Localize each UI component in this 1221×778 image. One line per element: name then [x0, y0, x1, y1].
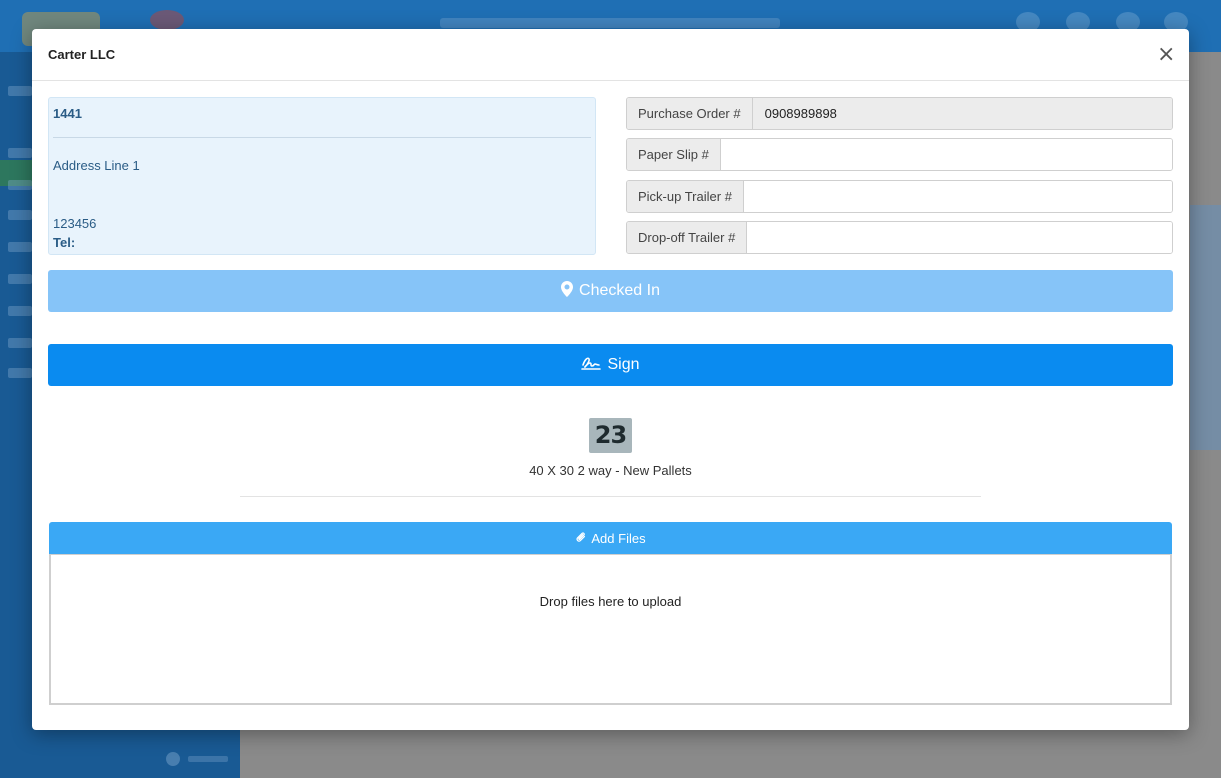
checked-in-label: Checked In: [579, 282, 660, 299]
add-files-button[interactable]: Add Files: [49, 522, 1172, 554]
pickup-trailer-input[interactable]: [743, 181, 1172, 212]
background-sidebar-row: [8, 86, 32, 96]
background-sidebar-footer-icon: [166, 752, 180, 766]
background-sidebar-footer: [188, 756, 228, 762]
background-title: [440, 18, 780, 28]
background-card: [1190, 205, 1221, 450]
background-alert-icon: [150, 10, 184, 30]
purchase-order-field: Purchase Order #: [626, 97, 1173, 130]
background-sidebar-row: [8, 210, 32, 220]
file-dropzone[interactable]: Drop files here to upload: [49, 554, 1172, 705]
map-marker-icon: [561, 280, 574, 302]
pickup-trailer-label: Pick-up Trailer #: [627, 181, 744, 212]
paper-slip-field: Paper Slip #: [626, 138, 1173, 171]
background-sidebar-row: [8, 338, 32, 348]
address-tel-label: Tel:: [53, 235, 76, 250]
pallet-description: 40 X 30 2 way - New Pallets: [529, 463, 692, 478]
dropoff-trailer-input[interactable]: [747, 222, 1172, 253]
checked-in-button[interactable]: Checked In: [48, 270, 1173, 312]
paperclip-icon: [575, 530, 587, 547]
dropzone-text: Drop files here to upload: [539, 594, 682, 609]
pallet-quantity-badge: 23: [589, 418, 632, 453]
background-sidebar-row: [8, 368, 32, 378]
background-sidebar-row: [8, 306, 32, 316]
background-sidebar-row: [8, 148, 32, 158]
background-sidebar-row: [8, 242, 32, 252]
address-postal-code: 123456: [53, 216, 97, 231]
purchase-order-label: Purchase Order #: [627, 98, 753, 129]
dropoff-trailer-field: Drop-off Trailer #: [626, 221, 1173, 254]
modal-title: Carter LLC: [48, 47, 116, 62]
address-line-1: Address Line 1: [53, 158, 140, 173]
purchase-order-input[interactable]: [752, 98, 1172, 129]
dropoff-trailer-label: Drop-off Trailer #: [627, 222, 748, 253]
signature-icon: [581, 355, 602, 376]
pickup-trailer-field: Pick-up Trailer #: [626, 180, 1173, 213]
modal-header: Carter LLC ×: [32, 29, 1189, 81]
background-sidebar-row: [8, 274, 32, 284]
add-files-label: Add Files: [591, 530, 646, 546]
sign-label: Sign: [607, 356, 640, 373]
modal-dialog: Carter LLC × 1441 Address Line 1 123456 …: [32, 29, 1189, 730]
paper-slip-label: Paper Slip #: [627, 139, 721, 170]
address-id: 1441: [53, 106, 82, 121]
sign-button[interactable]: Sign: [48, 344, 1173, 386]
address-divider: [53, 137, 591, 138]
address-panel: 1441 Address Line 1 123456 Tel:: [48, 97, 596, 255]
pallet-divider: [240, 496, 981, 497]
close-icon[interactable]: ×: [1157, 43, 1175, 67]
paper-slip-input[interactable]: [720, 139, 1172, 170]
background-sidebar-row: [8, 180, 32, 190]
